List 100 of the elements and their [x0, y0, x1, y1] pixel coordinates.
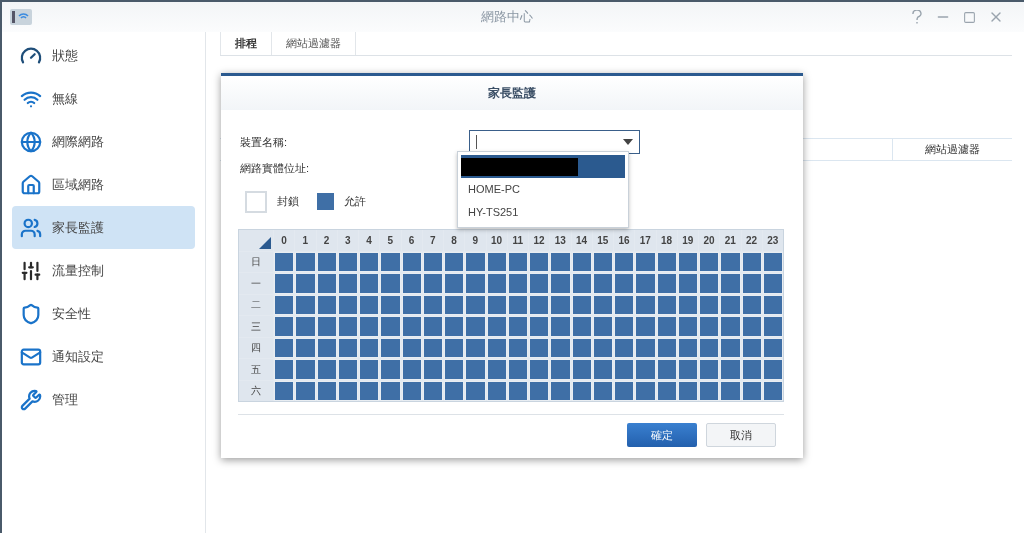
schedule-cell[interactable]: [465, 251, 486, 272]
confirm-button[interactable]: 確定: [627, 423, 697, 447]
schedule-cell[interactable]: [465, 337, 486, 358]
sidebar-item[interactable]: 區域網路: [12, 163, 195, 206]
schedule-cell[interactable]: [444, 359, 465, 380]
schedule-cell[interactable]: [571, 316, 592, 337]
schedule-cell[interactable]: [550, 380, 571, 401]
schedule-cell[interactable]: [656, 251, 677, 272]
schedule-cell[interactable]: [486, 294, 507, 315]
schedule-cell[interactable]: [720, 380, 741, 401]
schedule-cell[interactable]: [656, 380, 677, 401]
dropdown-option[interactable]: HY-TS251: [461, 201, 625, 224]
schedule-cell[interactable]: [444, 316, 465, 337]
schedule-cell[interactable]: [614, 316, 635, 337]
schedule-cell[interactable]: [444, 337, 465, 358]
schedule-cell[interactable]: [635, 337, 656, 358]
schedule-cell[interactable]: [359, 294, 380, 315]
schedule-cell[interactable]: [656, 273, 677, 294]
sidebar-item[interactable]: 管理: [12, 378, 195, 421]
schedule-cell[interactable]: [614, 251, 635, 272]
schedule-cell[interactable]: [762, 337, 783, 358]
schedule-cell[interactable]: [401, 380, 422, 401]
schedule-cell[interactable]: [422, 251, 443, 272]
schedule-cell[interactable]: [635, 273, 656, 294]
schedule-cell[interactable]: [635, 251, 656, 272]
sidebar-item[interactable]: 網際網路: [12, 120, 195, 163]
schedule-cell[interactable]: [571, 359, 592, 380]
schedule-cell[interactable]: [507, 294, 528, 315]
schedule-cell[interactable]: [486, 380, 507, 401]
schedule-cell[interactable]: [656, 337, 677, 358]
schedule-cell[interactable]: [762, 359, 783, 380]
schedule-cell[interactable]: [401, 359, 422, 380]
schedule-cell[interactable]: [444, 294, 465, 315]
schedule-cell[interactable]: [507, 359, 528, 380]
schedule-cell[interactable]: [529, 316, 550, 337]
schedule-cell[interactable]: [592, 359, 613, 380]
schedule-cell[interactable]: [720, 337, 741, 358]
schedule-cell[interactable]: [380, 337, 401, 358]
schedule-cell[interactable]: [592, 380, 613, 401]
schedule-cell[interactable]: [337, 337, 358, 358]
schedule-cell[interactable]: [571, 251, 592, 272]
schedule-cell[interactable]: [316, 359, 337, 380]
schedule-cell[interactable]: [359, 337, 380, 358]
schedule-cell[interactable]: [380, 251, 401, 272]
schedule-cell[interactable]: [635, 359, 656, 380]
schedule-cell[interactable]: [337, 316, 358, 337]
schedule-cell[interactable]: [359, 251, 380, 272]
schedule-cell[interactable]: [295, 316, 316, 337]
schedule-cell[interactable]: [444, 251, 465, 272]
schedule-cell[interactable]: [762, 294, 783, 315]
schedule-cell[interactable]: [422, 316, 443, 337]
schedule-cell[interactable]: [592, 316, 613, 337]
sidebar-item[interactable]: 安全性: [12, 292, 195, 335]
schedule-cell[interactable]: [401, 251, 422, 272]
schedule-cell[interactable]: [677, 273, 698, 294]
schedule-cell[interactable]: [614, 380, 635, 401]
schedule-cell[interactable]: [486, 273, 507, 294]
schedule-cell[interactable]: [656, 294, 677, 315]
schedule-cell[interactable]: [274, 273, 295, 294]
schedule-cell[interactable]: [550, 359, 571, 380]
schedule-cell[interactable]: [295, 380, 316, 401]
schedule-cell[interactable]: [571, 294, 592, 315]
sidebar-item[interactable]: 狀態: [12, 34, 195, 77]
schedule-cell[interactable]: [274, 359, 295, 380]
schedule-cell[interactable]: [380, 359, 401, 380]
schedule-cell[interactable]: [444, 273, 465, 294]
schedule-cell[interactable]: [720, 273, 741, 294]
schedule-cell[interactable]: [507, 273, 528, 294]
schedule-cell[interactable]: [529, 273, 550, 294]
schedule-cell[interactable]: [635, 316, 656, 337]
schedule-cell[interactable]: [422, 273, 443, 294]
schedule-cell[interactable]: [720, 251, 741, 272]
schedule-cell[interactable]: [316, 294, 337, 315]
schedule-cell[interactable]: [444, 380, 465, 401]
schedule-cell[interactable]: [295, 294, 316, 315]
schedule-cell[interactable]: [465, 294, 486, 315]
schedule-cell[interactable]: [295, 337, 316, 358]
schedule-cell[interactable]: [422, 380, 443, 401]
schedule-cell[interactable]: [529, 294, 550, 315]
schedule-cell[interactable]: [274, 337, 295, 358]
schedule-cell[interactable]: [359, 316, 380, 337]
schedule-cell[interactable]: [316, 380, 337, 401]
schedule-cell[interactable]: [550, 251, 571, 272]
schedule-cell[interactable]: [316, 251, 337, 272]
schedule-cell[interactable]: [741, 251, 762, 272]
schedule-cell[interactable]: [677, 294, 698, 315]
schedule-cell[interactable]: [337, 273, 358, 294]
schedule-cell[interactable]: [592, 294, 613, 315]
schedule-cell[interactable]: [337, 359, 358, 380]
schedule-cell[interactable]: [507, 316, 528, 337]
schedule-cell[interactable]: [699, 337, 720, 358]
schedule-cell[interactable]: [529, 337, 550, 358]
schedule-cell[interactable]: [571, 273, 592, 294]
schedule-cell[interactable]: [699, 273, 720, 294]
schedule-cell[interactable]: [337, 251, 358, 272]
schedule-cell[interactable]: [741, 359, 762, 380]
schedule-cell[interactable]: [592, 251, 613, 272]
schedule-cell[interactable]: [741, 337, 762, 358]
schedule-cell[interactable]: [699, 251, 720, 272]
schedule-cell[interactable]: [635, 294, 656, 315]
